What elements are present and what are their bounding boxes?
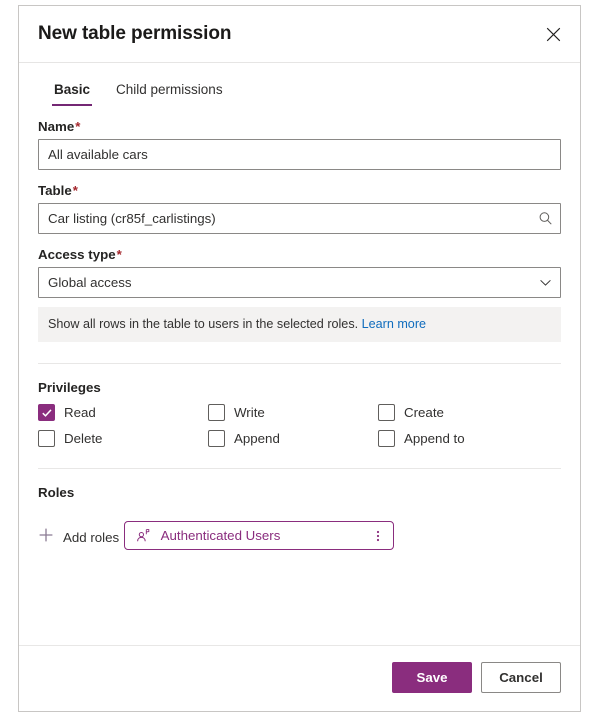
access-type-select-wrap: Global access — [38, 267, 561, 298]
close-icon — [546, 27, 561, 42]
privilege-read-label: Read — [64, 405, 96, 421]
privilege-delete[interactable]: Delete — [38, 430, 208, 448]
person-contact-icon — [136, 528, 151, 543]
access-type-info-bar: Show all rows in the table to users in t… — [38, 307, 561, 343]
dialog-footer: Save Cancel — [19, 645, 580, 711]
chevron-down-icon[interactable] — [531, 268, 560, 297]
access-type-label: Access type* — [38, 247, 561, 262]
cancel-button[interactable]: Cancel — [481, 662, 561, 693]
table-required-marker: * — [72, 183, 78, 198]
close-button[interactable] — [538, 19, 568, 49]
access-type-select[interactable]: Global access — [38, 267, 561, 298]
checkbox-read[interactable] — [38, 404, 55, 422]
table-label-text: Table — [38, 183, 72, 198]
tab-list: Basic Child permissions — [38, 63, 561, 106]
table-input[interactable] — [38, 203, 561, 234]
name-input-wrap — [38, 139, 561, 170]
name-input[interactable] — [38, 139, 561, 170]
role-chip-authenticated-users[interactable]: Authenticated Users — [123, 521, 394, 551]
search-icon[interactable] — [531, 204, 560, 233]
role-chip-label: Authenticated Users — [160, 528, 281, 544]
access-type-required-marker: * — [116, 247, 122, 262]
name-required-marker: * — [75, 119, 81, 134]
privilege-delete-label: Delete — [64, 431, 103, 447]
learn-more-link[interactable]: Learn more — [362, 317, 426, 331]
more-vertical-icon[interactable] — [369, 525, 387, 547]
privilege-append-label: Append — [234, 431, 280, 447]
privilege-create-label: Create — [404, 405, 444, 421]
roles-title: Roles — [38, 485, 75, 501]
table-input-wrap — [38, 203, 561, 234]
access-type-value: Global access — [48, 275, 132, 290]
dialog-header: New table permission — [19, 6, 580, 63]
privilege-append-to-label: Append to — [404, 431, 465, 447]
save-button[interactable]: Save — [392, 662, 472, 693]
new-table-permission-dialog: New table permission Basic Child permiss… — [18, 5, 581, 712]
privilege-append-to[interactable]: Append to — [378, 430, 548, 448]
checkbox-create[interactable] — [378, 404, 395, 422]
name-label: Name* — [38, 119, 561, 134]
privilege-write[interactable]: Write — [208, 404, 378, 422]
tab-child-permissions-label: Child permissions — [116, 82, 223, 97]
privilege-append[interactable]: Append — [208, 430, 378, 448]
privilege-create[interactable]: Create — [378, 404, 548, 422]
access-type-label-text: Access type — [38, 247, 116, 262]
privileges-grid: Read Write Create Delete Append Append t… — [38, 404, 561, 448]
table-label: Table* — [38, 183, 561, 198]
table-field-group: Table* — [38, 170, 561, 234]
tab-child-permissions[interactable]: Child permissions — [114, 80, 225, 106]
name-field-group: Name* — [38, 106, 561, 170]
access-type-field-group: Access type* Global access Show all rows… — [38, 234, 561, 343]
checkbox-write[interactable] — [208, 404, 225, 422]
name-label-text: Name — [38, 119, 75, 134]
privilege-write-label: Write — [234, 405, 265, 421]
checkbox-delete[interactable] — [38, 430, 55, 448]
plus-icon — [38, 527, 54, 548]
tab-basic[interactable]: Basic — [52, 80, 93, 106]
access-type-info-text: Show all rows in the table to users in t… — [48, 317, 359, 331]
page-title: New table permission — [38, 23, 232, 44]
tab-basic-label: Basic — [54, 82, 91, 97]
privilege-read[interactable]: Read — [38, 404, 208, 422]
add-roles-label: Add roles — [63, 530, 120, 546]
dialog-body: Basic Child permissions Name* Table* — [19, 63, 580, 645]
privileges-title: Privileges — [38, 380, 101, 396]
checkbox-append[interactable] — [208, 430, 225, 448]
add-roles-button[interactable]: Add roles — [38, 525, 119, 550]
checkbox-append-to[interactable] — [378, 430, 395, 448]
